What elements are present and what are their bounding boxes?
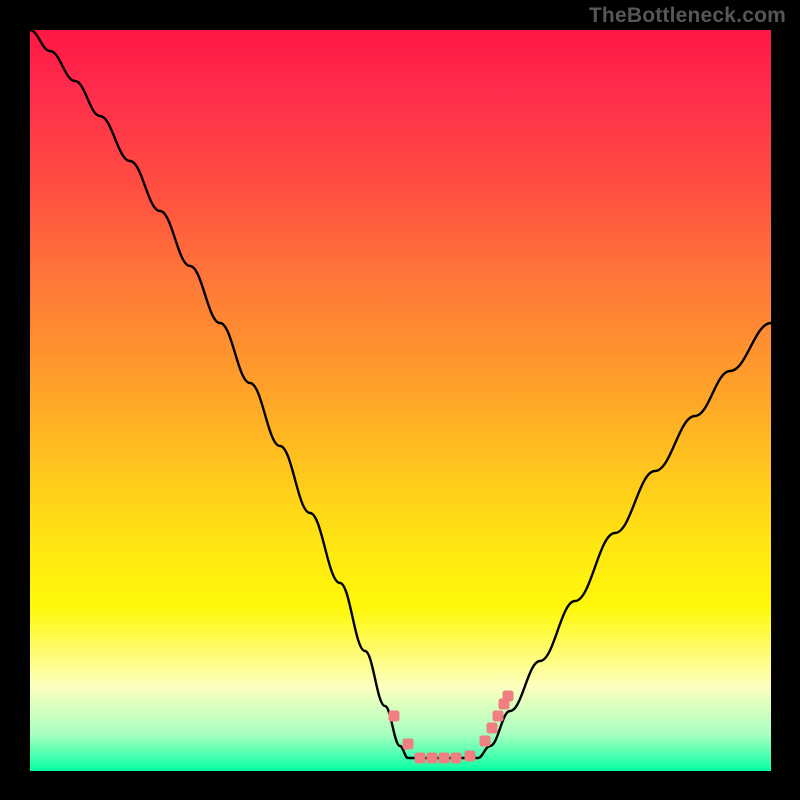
chart-frame: TheBottleneck.com bbox=[0, 0, 800, 800]
data-marker bbox=[480, 736, 491, 747]
data-marker bbox=[487, 723, 498, 734]
plot-area bbox=[30, 30, 771, 771]
data-marker bbox=[503, 691, 514, 702]
watermark-text: TheBottleneck.com bbox=[589, 4, 786, 28]
data-marker bbox=[403, 739, 414, 750]
data-marker bbox=[451, 753, 462, 764]
curve-left-branch bbox=[30, 30, 408, 758]
data-marker bbox=[389, 711, 400, 722]
data-marker bbox=[415, 753, 426, 764]
data-marker bbox=[493, 711, 504, 722]
curve-right-branch bbox=[478, 323, 771, 758]
data-marker bbox=[427, 753, 438, 764]
data-marker bbox=[465, 751, 476, 762]
data-marker bbox=[439, 753, 450, 764]
curve-layer bbox=[30, 30, 771, 771]
